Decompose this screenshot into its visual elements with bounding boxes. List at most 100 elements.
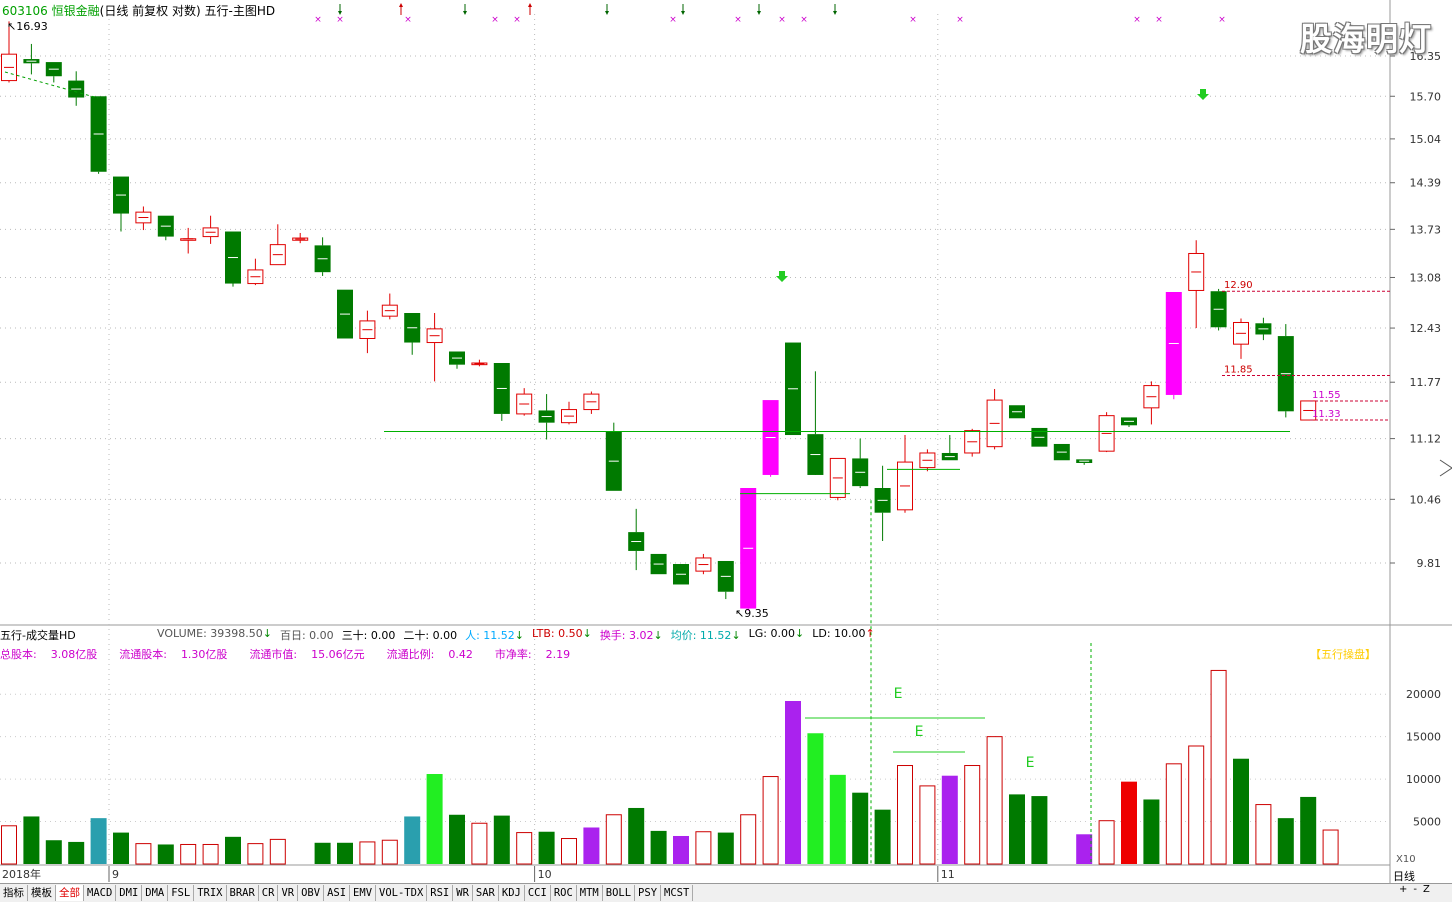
price-level-label: 11.55 bbox=[1312, 390, 1341, 401]
tab-trix[interactable]: TRIX bbox=[194, 885, 227, 901]
volume-bar bbox=[1277, 818, 1294, 864]
info-value: 2.19 bbox=[545, 648, 571, 661]
tab-vr[interactable]: VR bbox=[278, 885, 299, 901]
volume-bar bbox=[964, 765, 981, 865]
volume-readout: 换手: 3.02↓ bbox=[600, 627, 663, 643]
volume-bar bbox=[404, 816, 421, 864]
candle bbox=[337, 289, 353, 339]
signal-cross-icon: × bbox=[909, 15, 917, 25]
tab-cr[interactable]: CR bbox=[259, 885, 279, 901]
volume-bar bbox=[1165, 763, 1182, 865]
price-tick-label: 10.46 bbox=[1410, 493, 1442, 506]
indicator-name[interactable]: 五行-主图HD bbox=[204, 4, 275, 18]
down-signal-icon bbox=[833, 11, 837, 15]
volume-bar bbox=[225, 836, 241, 864]
info-label: 流通股本: bbox=[119, 648, 167, 661]
candle bbox=[292, 232, 309, 244]
tab-模板[interactable]: 模板 bbox=[28, 885, 56, 901]
candle bbox=[23, 43, 40, 75]
candle bbox=[583, 391, 600, 414]
candle bbox=[874, 465, 891, 541]
volume-bar bbox=[673, 835, 689, 864]
signal-cross-icon: × bbox=[778, 15, 786, 25]
volume-bar bbox=[45, 840, 62, 864]
grid-layer bbox=[0, 0, 1452, 883]
volume-bar bbox=[628, 807, 645, 864]
candle bbox=[471, 359, 488, 367]
candle bbox=[1255, 317, 1272, 341]
readout-value: LD: 10.00 bbox=[812, 627, 866, 640]
signal-cross-icon: × bbox=[513, 15, 521, 25]
volume-bar bbox=[180, 843, 197, 865]
volume-readout: VOLUME: 39398.50↓ bbox=[157, 627, 272, 643]
price-tick-label: 15.70 bbox=[1410, 90, 1442, 103]
volume-bar bbox=[23, 816, 40, 864]
volume-bar bbox=[807, 733, 824, 864]
tab-dmi[interactable]: DMI bbox=[116, 885, 143, 901]
tab-全部[interactable]: 全部 bbox=[56, 885, 84, 901]
tab-sar[interactable]: SAR bbox=[473, 885, 499, 901]
tab-boll[interactable]: BOLL bbox=[603, 885, 636, 901]
stock-info-line: 总股本: 3.08亿股 流通股本: 1.30亿股 流通市值: 15.06亿元 流通比例: 0.… bbox=[0, 646, 570, 662]
overlay-layer: × × × × × × × × × × × × × × E E E bbox=[4, 3, 1452, 864]
candle bbox=[426, 313, 443, 382]
volume-bar bbox=[538, 831, 555, 864]
year-label: 2018年 bbox=[2, 867, 41, 881]
tab-macd[interactable]: MACD bbox=[84, 885, 117, 901]
wuxing-tag[interactable]: 【五行操盘】 bbox=[1310, 646, 1376, 662]
zoom-reset-button[interactable]: Z bbox=[1420, 884, 1433, 895]
stock-code[interactable]: 603106 bbox=[2, 4, 48, 18]
candle bbox=[1188, 240, 1205, 329]
tab-fsl[interactable]: FSL bbox=[168, 885, 195, 901]
tab-obv[interactable]: OBV bbox=[298, 885, 325, 901]
tab-vol-tdx[interactable]: VOL-TDX bbox=[376, 885, 428, 901]
tab-emv[interactable]: EMV bbox=[350, 885, 377, 901]
sell-signal-arrow-icon bbox=[1197, 89, 1209, 100]
price-tick-label: 9.81 bbox=[1417, 557, 1442, 570]
tab-psy[interactable]: PSY bbox=[635, 885, 662, 901]
chart-mode: (日线 前复权 对数) bbox=[99, 4, 201, 18]
candle bbox=[740, 488, 757, 611]
volume-e-marker: E bbox=[894, 686, 903, 702]
volume-bar bbox=[90, 818, 107, 864]
tab-roc[interactable]: ROC bbox=[551, 885, 577, 901]
candle bbox=[493, 363, 510, 421]
volume-bar bbox=[1255, 804, 1272, 865]
tab-brar[interactable]: BRAR bbox=[227, 885, 259, 901]
stock-name[interactable]: 恒银金融 bbox=[52, 4, 100, 18]
tab-rsi[interactable]: RSI bbox=[427, 885, 454, 901]
chart-canvas[interactable]: × × × × × × × × × × × × × ×EEE 16.3515.7015.0414.3913… bbox=[0, 0, 1452, 901]
zoom-in-button[interactable]: + bbox=[1396, 884, 1410, 895]
zoom-out-button[interactable]: - bbox=[1410, 884, 1420, 895]
signal-cross-icon: × bbox=[734, 15, 742, 25]
tab-asi[interactable]: ASI bbox=[324, 885, 351, 901]
kline-chart-window[interactable]: × × × × × × × × × × × × × × E E E 16.35 15.70 15.04 14.39 13… bbox=[0, 0, 1452, 902]
candle bbox=[1076, 459, 1093, 465]
down-arrow-icon: ↓ bbox=[262, 627, 272, 640]
candle bbox=[135, 206, 152, 231]
volume-e-marker: E bbox=[915, 724, 924, 740]
tab-dma[interactable]: DMA bbox=[142, 885, 169, 901]
candle bbox=[180, 227, 197, 254]
tab-mtm[interactable]: MTM bbox=[577, 885, 603, 901]
volume-readout: 百日: 0.00 bbox=[280, 627, 334, 643]
volume-tick-label: 5000 bbox=[1413, 816, 1441, 829]
info-field: 市净率: 2.19 bbox=[495, 646, 570, 662]
period-label[interactable]: 日线 bbox=[1393, 868, 1415, 884]
signal-cross-icon: × bbox=[669, 15, 677, 25]
tab-mcst[interactable]: MCST bbox=[661, 885, 694, 901]
volume-bar bbox=[381, 839, 398, 865]
readout-value: 三十: 0.00 bbox=[341, 629, 396, 642]
info-label: 市净率: bbox=[494, 648, 532, 661]
volume-bar bbox=[919, 785, 936, 865]
price-level-label: 11.85 bbox=[1224, 364, 1253, 375]
info-label: 流通比例: bbox=[386, 648, 435, 661]
volume-bar bbox=[135, 843, 152, 865]
tab-cci[interactable]: CCI bbox=[525, 885, 551, 901]
volume-readouts: VOLUME: 39398.50↓ 百日: 0.00 三十: 0.00 二十: 0.0… bbox=[157, 627, 875, 643]
tab-kdj[interactable]: KDJ bbox=[499, 885, 525, 901]
volume-panel-title[interactable]: 五行-成交量HD bbox=[0, 627, 76, 643]
readout-value: LTB: 0.50 bbox=[532, 627, 583, 640]
tab-wr[interactable]: WR bbox=[453, 885, 473, 901]
tab-指标[interactable]: 指标 bbox=[0, 885, 28, 901]
